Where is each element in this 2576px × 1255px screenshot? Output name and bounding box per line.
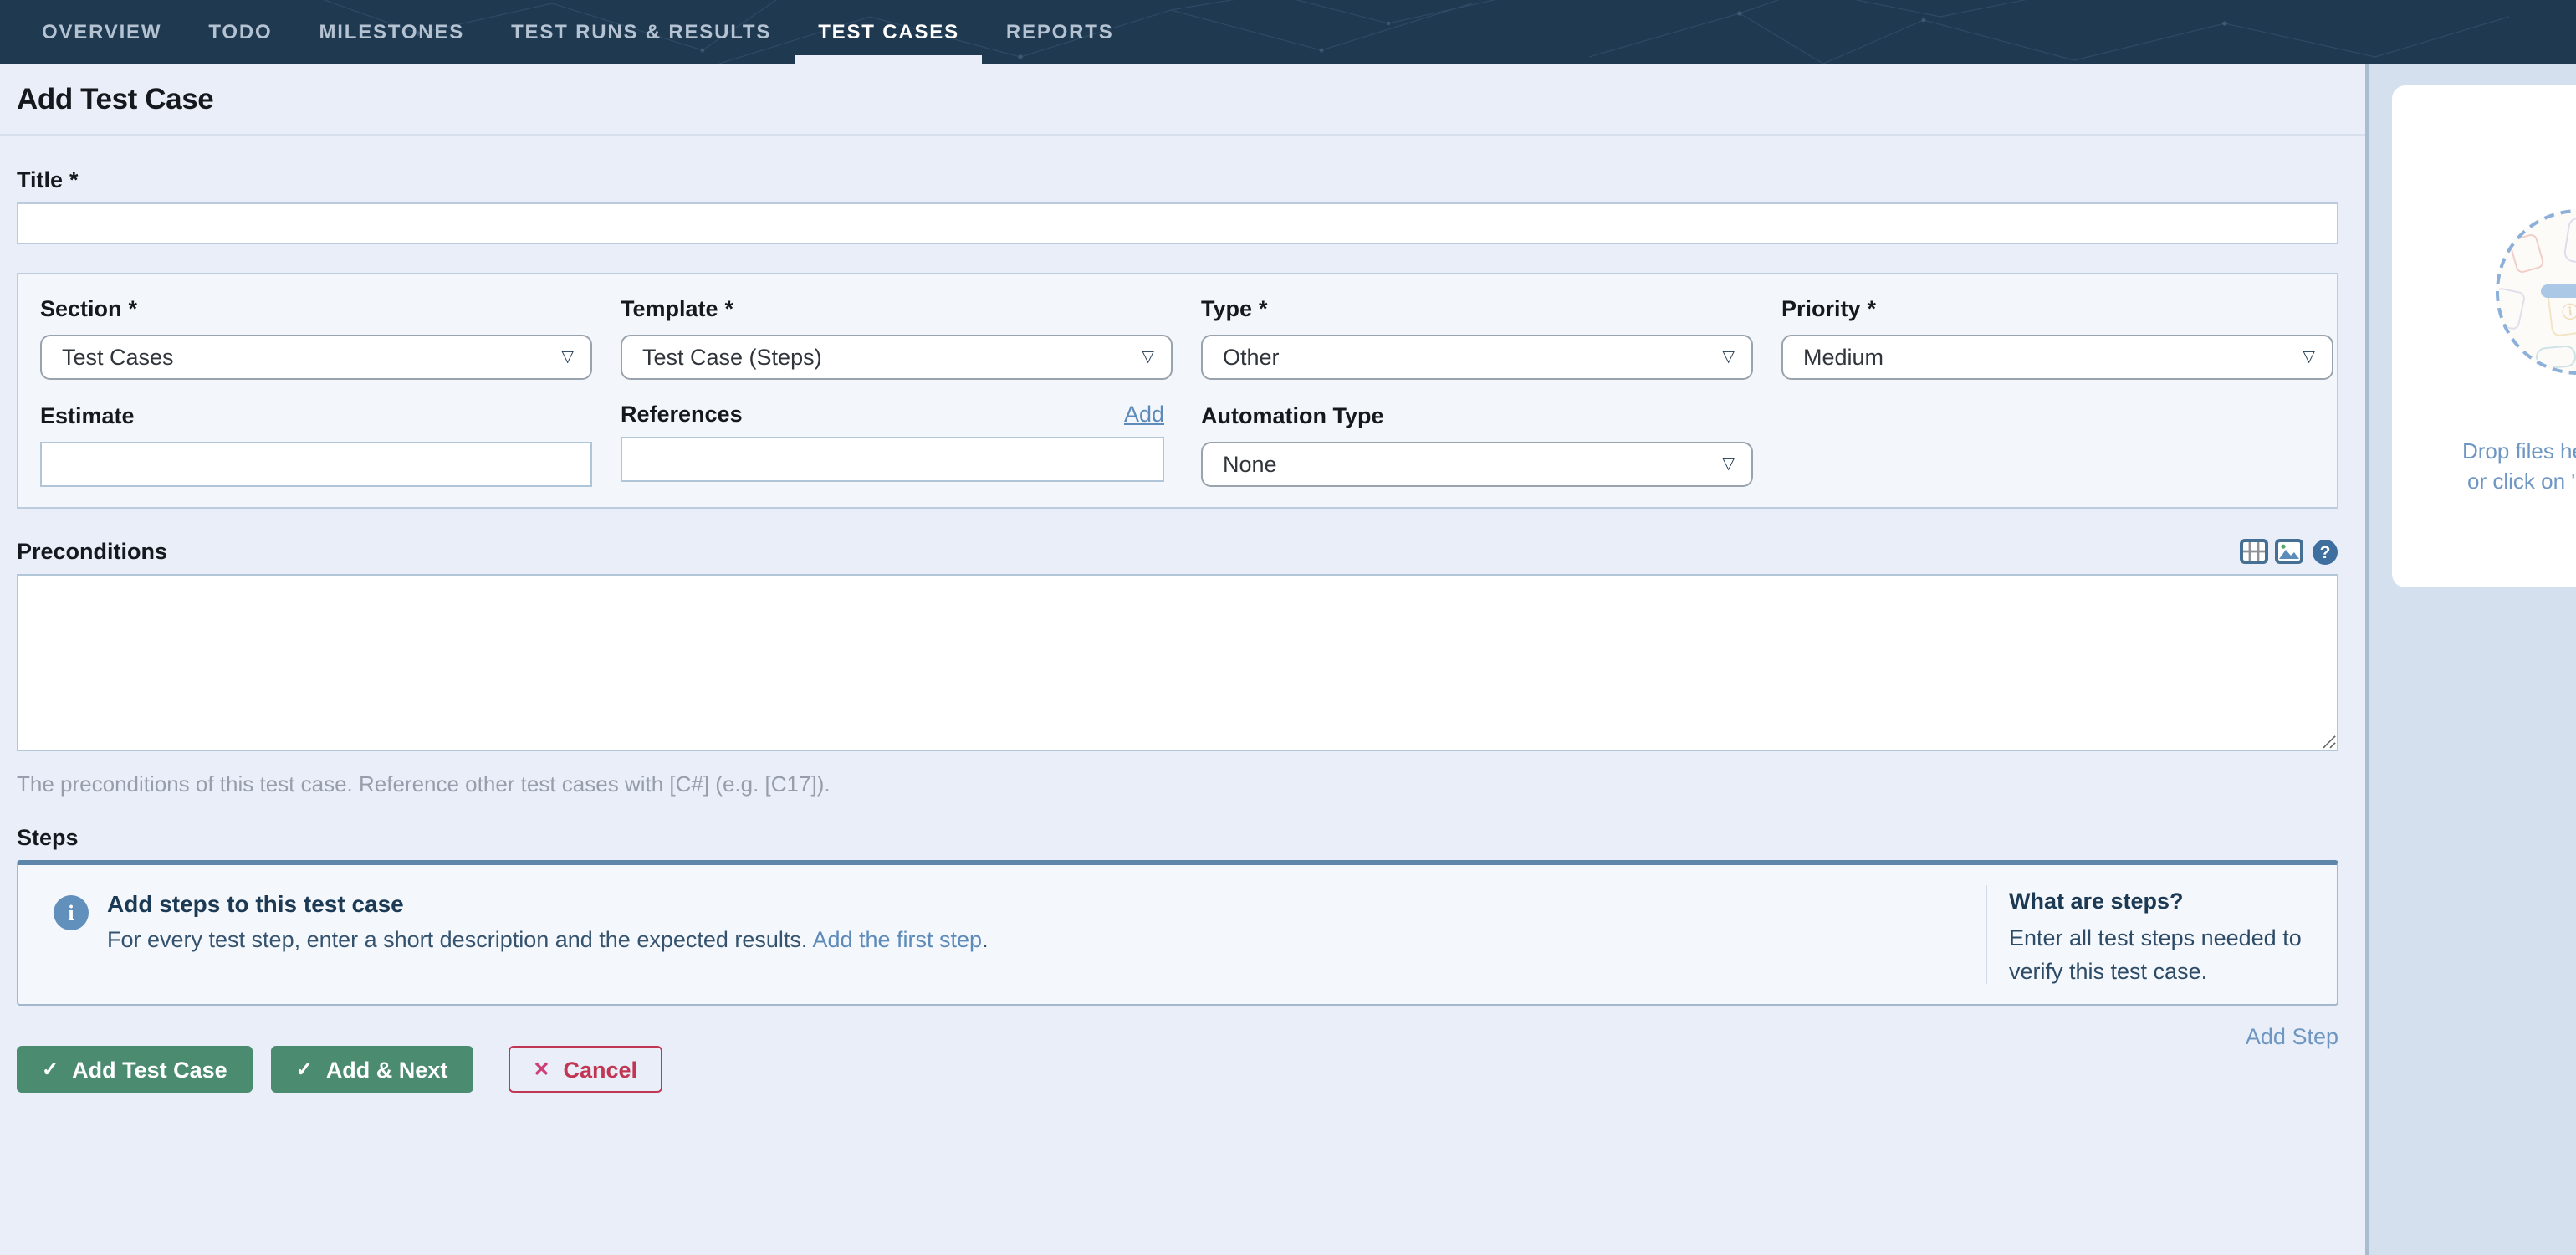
tab-test-cases[interactable]: TEST CASES	[795, 0, 983, 64]
info-icon: i	[54, 895, 89, 930]
priority-value: Medium	[1803, 345, 1883, 370]
type-value: Other	[1223, 345, 1280, 370]
image-icon[interactable]	[2275, 539, 2303, 564]
estimate-input[interactable]	[40, 442, 592, 487]
chevron-down-icon: ▽	[2303, 350, 2315, 366]
steps-banner-period: .	[982, 927, 989, 952]
chevron-down-icon: ▽	[1142, 350, 1154, 366]
steps-info-banner: i Add steps to this test case For every …	[17, 860, 2338, 1006]
preconditions-label: Preconditions	[17, 539, 167, 564]
tab-reports[interactable]: REPORTS	[983, 0, 1137, 64]
section-select[interactable]: Test Cases ▽	[40, 335, 592, 380]
file-tile-icon	[2496, 287, 2526, 330]
type-label: Type	[1201, 296, 1252, 321]
automation-type-select[interactable]: None ▽	[1201, 442, 1753, 487]
title-label: Title	[17, 167, 63, 192]
type-select[interactable]: Other ▽	[1201, 335, 1753, 380]
chevron-down-icon: ▽	[1722, 350, 1735, 366]
help-icon[interactable]: ?	[2310, 539, 2338, 564]
add-first-step-link[interactable]: Add the first step	[812, 927, 982, 952]
add-and-next-button-label: Add & Next	[326, 1057, 448, 1082]
upload-bar-graphic	[2541, 284, 2576, 298]
table-icon[interactable]	[2240, 539, 2268, 564]
steps-aside-body: Enter all test steps needed to verify th…	[2009, 922, 2313, 987]
cancel-button-label: Cancel	[563, 1057, 637, 1082]
main-panel: Add Test Case Title * Section * Test Case…	[0, 64, 2365, 1255]
svg-text:?: ?	[2319, 542, 2330, 561]
attachments-dropzone[interactable]: </> ⓘ Drop files he or click on '	[2392, 85, 2576, 587]
steps-aside: What are steps? Enter all test steps nee…	[1986, 885, 2313, 984]
tab-overview[interactable]: OVERVIEW	[18, 0, 185, 64]
app-viewport: OVERVIEW TODO MILESTONES TEST RUNS & RES…	[0, 0, 2576, 1255]
template-label: Template	[621, 296, 718, 321]
add-and-next-button[interactable]: ✓ Add & Next	[271, 1046, 473, 1093]
required-mark: *	[725, 296, 734, 321]
top-nav: OVERVIEW TODO MILESTONES TEST RUNS & RES…	[0, 0, 2576, 64]
close-icon: ✕	[533, 1058, 549, 1081]
preconditions-help-text: The preconditions of this test case. Ref…	[17, 771, 2338, 797]
file-tile-icon	[2508, 233, 2545, 274]
scroll-file-icon	[2535, 345, 2576, 370]
tab-milestones[interactable]: MILESTONES	[295, 0, 488, 64]
automation-type-label: Automation Type	[1201, 403, 1384, 428]
check-icon: ✓	[42, 1058, 59, 1081]
tab-label: MILESTONES	[319, 20, 464, 44]
attachments-sidebar: </> ⓘ Drop files he or click on '	[2365, 64, 2576, 1255]
page-header: Add Test Case	[0, 64, 2365, 136]
add-test-case-button[interactable]: ✓ Add Test Case	[17, 1046, 253, 1093]
steps-label: Steps	[17, 825, 79, 850]
tab-label: TEST RUNS & RESULTS	[511, 20, 771, 44]
required-mark: *	[1868, 296, 1877, 321]
add-step-link[interactable]: Add Step	[2246, 1024, 2338, 1049]
references-label: References	[621, 402, 743, 427]
priority-select[interactable]: Medium ▽	[1781, 335, 2333, 380]
tab-label: TODO	[208, 20, 272, 44]
steps-aside-heading: What are steps?	[2009, 889, 2313, 914]
template-select[interactable]: Test Case (Steps) ▽	[621, 335, 1173, 380]
preconditions-textarea[interactable]	[17, 574, 2338, 751]
chevron-down-icon: ▽	[1722, 457, 1735, 473]
attributes-groupbox: Section * Test Cases ▽ Template * Test Cas…	[17, 273, 2338, 509]
add-test-case-button-label: Add Test Case	[72, 1057, 227, 1082]
dropzone-hint-line2: or click on '	[2467, 467, 2576, 497]
steps-banner-body-text: For every test step, enter a short descr…	[107, 927, 807, 952]
steps-banner-heading: Add steps to this test case	[107, 890, 989, 917]
tab-label: OVERVIEW	[42, 20, 161, 44]
chevron-down-icon: ▽	[561, 350, 574, 366]
automation-type-value: None	[1223, 452, 1277, 477]
tab-todo[interactable]: TODO	[185, 0, 295, 64]
estimate-label: Estimate	[40, 403, 135, 428]
title-input[interactable]	[17, 202, 2338, 244]
add-test-case-form: Title * Section * Test Cases ▽ Template *	[0, 167, 2365, 1093]
priority-label: Priority	[1781, 296, 1861, 321]
references-add-link[interactable]: Add	[1124, 402, 1164, 427]
cancel-button[interactable]: ✕ Cancel	[508, 1046, 662, 1093]
dropzone-hint-line1: Drop files he	[2462, 437, 2576, 467]
references-input[interactable]	[621, 437, 1164, 482]
tab-label: TEST CASES	[818, 20, 959, 44]
form-actions: ✓ Add Test Case ✓ Add & Next ✕ Cancel Ad…	[17, 1046, 2338, 1093]
tab-label: REPORTS	[1006, 20, 1114, 44]
required-mark: *	[1259, 296, 1268, 321]
required-mark: *	[129, 296, 138, 321]
section-value: Test Cases	[62, 345, 174, 370]
check-icon: ✓	[296, 1058, 313, 1081]
preconditions-toolbar: ?	[2240, 539, 2338, 564]
template-value: Test Case (Steps)	[642, 345, 822, 370]
section-label: Section	[40, 296, 122, 321]
tab-test-runs-results[interactable]: TEST RUNS & RESULTS	[488, 0, 795, 64]
required-mark: *	[69, 167, 79, 192]
page-title: Add Test Case	[17, 81, 213, 116]
steps-banner-body: For every test step, enter a short descr…	[107, 927, 989, 952]
dropzone-hint: Drop files he or click on '	[2462, 437, 2576, 498]
code-file-icon: </>	[2563, 216, 2576, 268]
